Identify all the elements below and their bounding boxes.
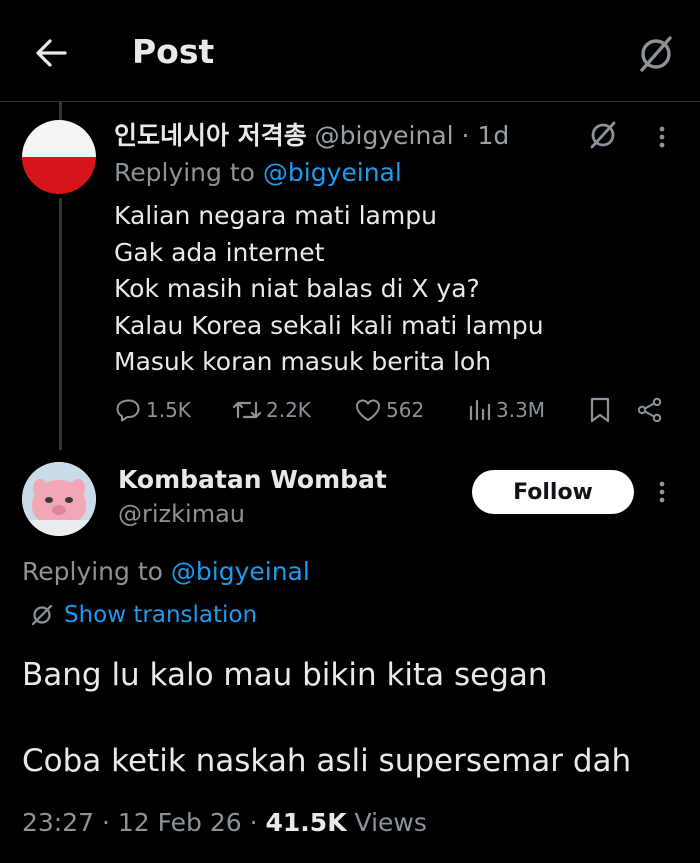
tweet-line: Kalian negara mati lampu <box>114 201 437 230</box>
grok-icon[interactable] <box>636 34 676 74</box>
reply-handle[interactable]: @bigyeinal <box>315 121 454 150</box>
author-handle[interactable]: @rizkimau <box>118 500 245 528</box>
like-action[interactable]: 562 <box>354 394 424 426</box>
thread-line <box>59 102 62 120</box>
translate-icon <box>30 603 54 627</box>
repost-icon <box>232 397 262 423</box>
tweet-text-line: Coba ketik naskah asli supersemar dah <box>22 743 632 779</box>
reply-tweet-text: Kalian negara mati lampu Gak ada interne… <box>114 198 544 381</box>
author-display-name[interactable]: Kombatan Wombat <box>118 465 387 494</box>
avatar[interactable] <box>22 462 96 536</box>
reply-action[interactable]: 1.5K <box>116 394 191 426</box>
reply-author-row: 인도네시아 저격총 @bigyeinal · 1d <box>114 116 509 152</box>
show-translation-label: Show translation <box>64 602 258 628</box>
tweet-timestamp[interactable]: 23:27 · 12 Feb 26 · <box>22 808 266 837</box>
views-action[interactable]: 3.3M <box>468 394 545 426</box>
replying-to: Replying to @bigyeinal <box>22 557 310 586</box>
like-count: 562 <box>386 398 425 422</box>
thread-line <box>59 198 62 450</box>
views-count: 41.5K <box>265 808 347 837</box>
follow-button[interactable]: Follow <box>472 470 634 514</box>
tweet-line: Kok masih niat balas di X ya? <box>114 274 480 303</box>
views-label: Views <box>346 808 427 837</box>
reply-time: · 1d <box>461 121 510 150</box>
replying-to-link[interactable]: @bigyeinal <box>263 158 402 187</box>
tweet-line: Kalau Korea sekali kali mati lampu <box>114 310 544 340</box>
reply-count: 1.5K <box>146 398 191 422</box>
share-icon[interactable] <box>636 394 664 426</box>
replying-to: Replying to @bigyeinal <box>114 158 402 187</box>
replying-to-link[interactable]: @bigyeinal <box>171 557 310 586</box>
tweet-text-line: Bang lu kalo mau bikin kita segan <box>22 657 548 693</box>
reply-display-name[interactable]: 인도네시아 저격총 <box>114 121 307 150</box>
like-icon <box>354 397 382 423</box>
page-title: Post <box>132 32 215 71</box>
tweet-line: Gak ada internet <box>114 237 325 267</box>
top-bar <box>0 0 700 102</box>
tweet-metadata: 23:27 · 12 Feb 26 · 41.5K Views <box>22 808 427 837</box>
repost-action[interactable]: 2.2K <box>232 394 311 426</box>
back-arrow-icon[interactable] <box>34 36 68 70</box>
show-translation-button[interactable]: Show translation <box>30 602 257 628</box>
views-count: 3.3M <box>496 398 546 422</box>
tweet-line: Masuk koran masuk berita loh <box>114 347 492 376</box>
avatar[interactable] <box>22 120 96 194</box>
repost-count: 2.2K <box>266 398 311 422</box>
views-icon <box>468 397 492 423</box>
more-icon[interactable] <box>652 477 672 507</box>
bookmark-icon[interactable] <box>588 394 612 426</box>
grok-icon[interactable] <box>588 120 618 150</box>
reply-icon <box>116 397 142 423</box>
more-icon[interactable] <box>652 122 672 152</box>
